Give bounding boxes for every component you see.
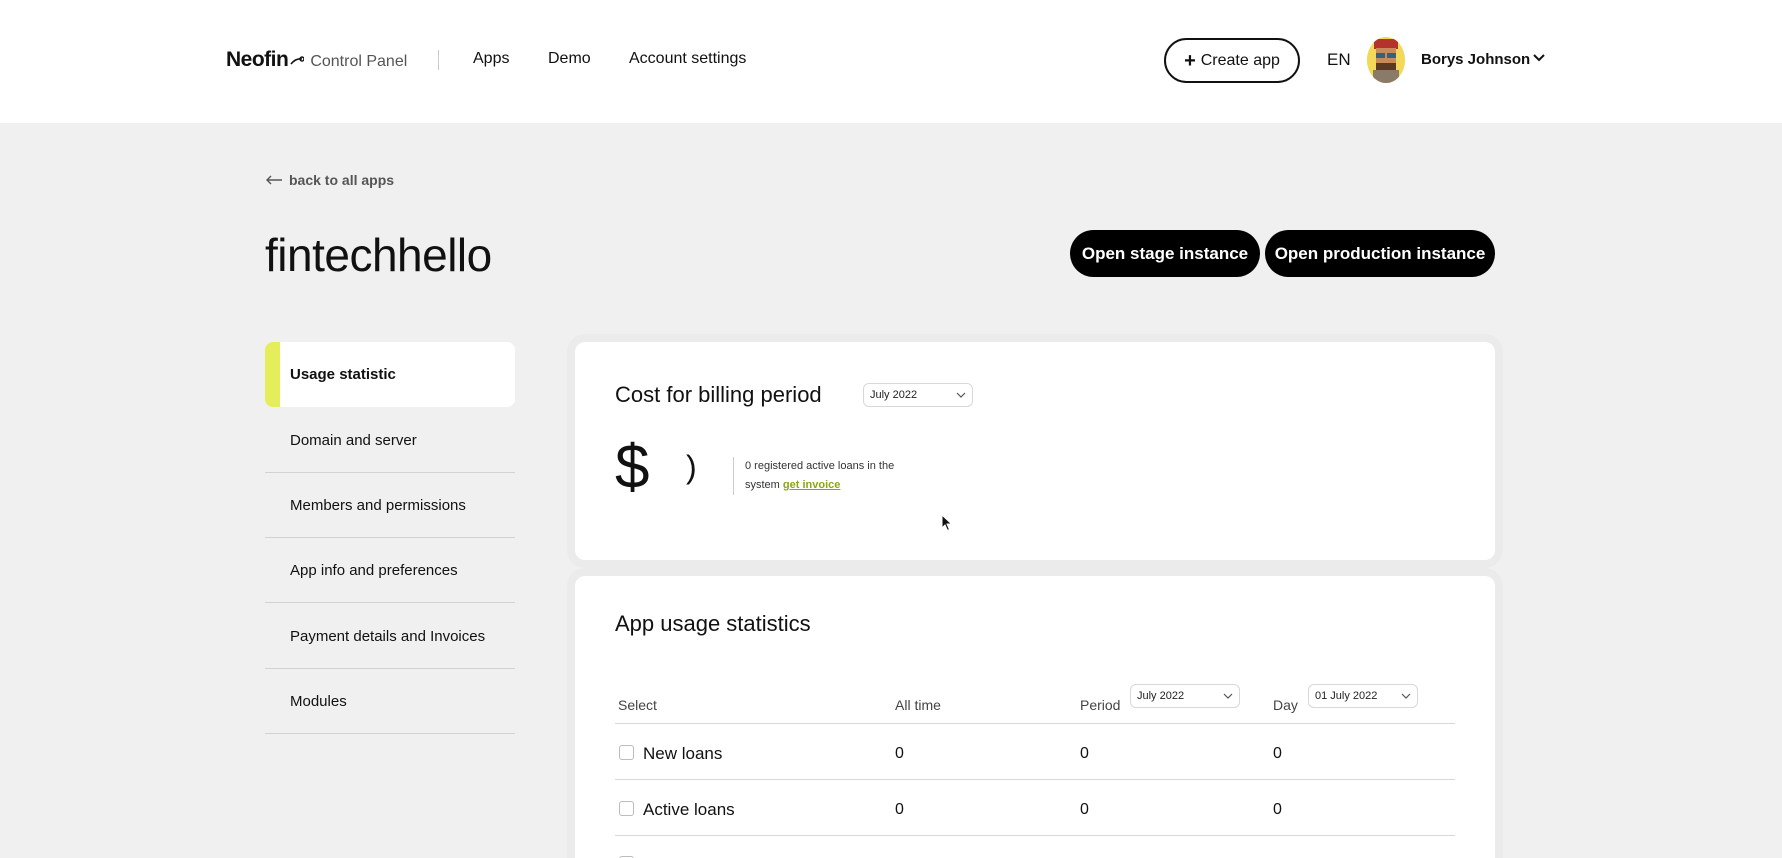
page-title: fintechhello (265, 229, 492, 281)
row-checkbox[interactable] (619, 745, 634, 760)
top-header: Neofin Control Panel Apps Demo Account s… (0, 0, 1782, 123)
mouse-cursor-icon (941, 514, 953, 532)
cell-day: 0 (1273, 801, 1282, 818)
user-name[interactable]: Borys Johnson (1421, 51, 1530, 68)
cell-period: 0 (1080, 801, 1089, 818)
nav-account-settings[interactable]: Account settings (629, 50, 746, 68)
create-app-button[interactable]: + Create app (1164, 38, 1300, 83)
arrow-left-icon (266, 175, 282, 185)
cell-day: 0 (1273, 745, 1282, 762)
header-divider (438, 50, 439, 70)
usage-title: App usage statistics (615, 611, 811, 636)
avatar[interactable] (1367, 37, 1405, 83)
chevron-down-icon[interactable] (1532, 53, 1546, 63)
cost-divider (733, 457, 734, 495)
cell-all-time: 0 (895, 745, 904, 762)
chevron-down-icon (956, 392, 966, 398)
billing-period-value: July 2022 (870, 389, 918, 401)
create-app-label: Create app (1200, 51, 1280, 69)
period-select[interactable]: July 2022 (1130, 684, 1240, 708)
table-header-divider (615, 723, 1455, 724)
back-label: back to all apps (289, 172, 395, 188)
sidebar-item-modules[interactable]: Modules (265, 669, 515, 734)
logo-subtitle: Control Panel (310, 53, 408, 70)
cell-all-time: 0 (895, 801, 904, 818)
sidebar-item-app-info[interactable]: App info and preferences (265, 538, 515, 603)
column-day: Day (1273, 697, 1298, 713)
period-select-value: July 2022 (1137, 690, 1185, 702)
column-all-time: All time (895, 697, 941, 713)
logo-wordmark: Neofin (226, 48, 289, 71)
avatar-pixel-icon (1367, 37, 1405, 83)
column-select: Select (618, 697, 657, 713)
currency-symbol: $ (615, 433, 650, 502)
plus-icon: + (1184, 49, 1196, 72)
open-production-button[interactable]: Open production instance (1265, 230, 1495, 277)
row-divider (615, 835, 1455, 836)
chevron-down-icon (1401, 693, 1411, 699)
sidebar-item-members-and-permissions[interactable]: Members and permissions (265, 473, 515, 538)
logo-mark-icon (290, 56, 305, 65)
usage-card: App usage statistics Select All time Per… (575, 576, 1495, 858)
nav-demo[interactable]: Demo (548, 50, 591, 68)
sidebar-item-label: Modules (290, 692, 347, 710)
open-stage-button[interactable]: Open stage instance (1070, 230, 1260, 277)
cost-value: ) (686, 449, 697, 485)
get-invoice-link[interactable]: get invoice (783, 479, 840, 491)
row-label: Active loans (643, 800, 735, 819)
nav-apps[interactable]: Apps (473, 50, 509, 68)
chevron-down-icon (1223, 693, 1233, 699)
sidebar-item-payment-details[interactable]: Payment details and Invoices (265, 604, 515, 669)
row-checkbox[interactable] (619, 801, 634, 816)
billing-title: Cost for billing period (615, 382, 822, 407)
day-select[interactable]: 01 July 2022 (1308, 684, 1418, 708)
active-loans-note: 0 registered active loans in the system … (745, 457, 905, 495)
day-select-value: 01 July 2022 (1315, 690, 1378, 702)
sidebar-item-label: Usage statistic (290, 366, 396, 383)
sidebar-item-usage-statistic[interactable]: Usage statistic (265, 342, 515, 407)
sidebar-item-label: Domain and server (290, 431, 417, 449)
sidebar-item-domain-and-server[interactable]: Domain and server (265, 408, 515, 473)
brand-logo[interactable]: Neofin Control Panel (226, 48, 407, 72)
billing-card: Cost for billing period July 2022 $ ) 0 … (575, 342, 1495, 560)
row-label: New loans (643, 744, 723, 763)
sidebar-item-label: Payment details and Invoices (290, 627, 486, 645)
row-divider (615, 779, 1455, 780)
cell-period: 0 (1080, 745, 1089, 762)
column-period: Period (1080, 697, 1121, 713)
sidebar-item-label: App info and preferences (290, 561, 458, 579)
language-switcher[interactable]: EN (1327, 50, 1351, 70)
billing-period-select[interactable]: July 2022 (863, 383, 973, 407)
back-to-apps-link[interactable]: back to all apps (265, 172, 394, 188)
sidebar-item-label: Members and permissions (290, 496, 466, 514)
